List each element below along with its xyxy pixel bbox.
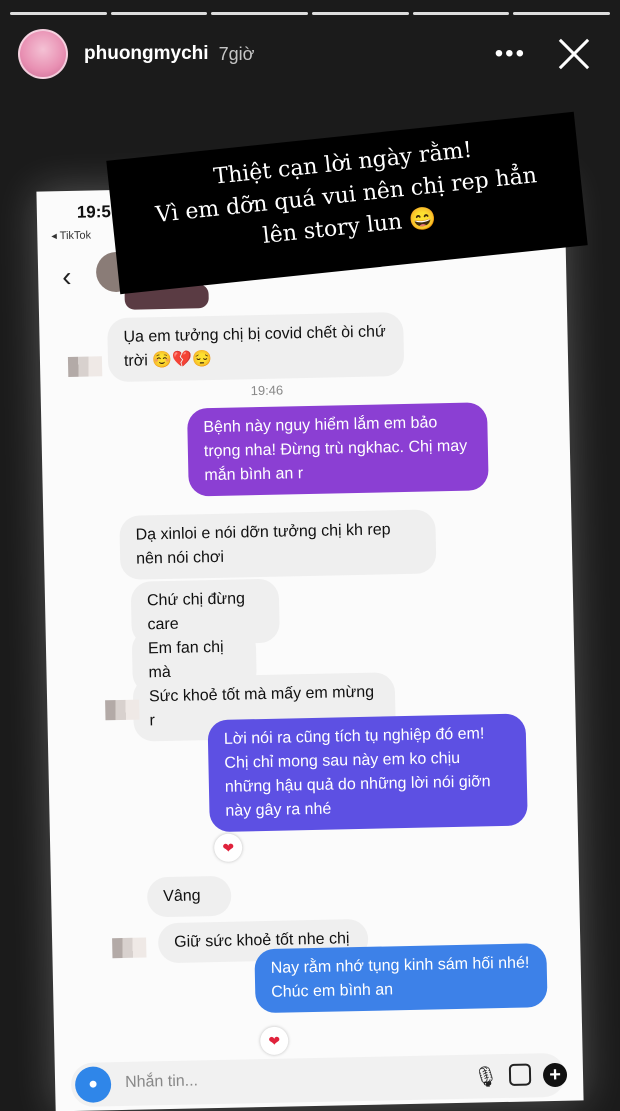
microphone-icon[interactable]: 🎙 — [473, 1064, 499, 1090]
chat-screenshot: 19:5 ◂ TikTok ‹ Ụa em tưởng chị bị covid… — [36, 180, 584, 1111]
timestamp: 19:46 — [250, 382, 284, 399]
message-bubble: Lời nói ra cũng tích tụ nghiệp đó em! Ch… — [207, 713, 528, 833]
sender-avatar — [105, 699, 140, 721]
message-bubble: Bệnh này nguy hiểm lắm em bảo trọng nha!… — [186, 402, 489, 497]
close-icon[interactable] — [556, 36, 592, 72]
message-bubble: Nay rằm nhớ tụng kinh sám hối nhé! Chúc … — [254, 943, 548, 1014]
progress-segment — [10, 12, 107, 15]
back-chevron-icon: ‹ — [61, 260, 72, 293]
progress-segment — [110, 12, 208, 15]
add-icon[interactable]: + — [542, 1062, 568, 1088]
progress-segment — [312, 12, 409, 15]
heart-icon[interactable]: ❤ — [213, 833, 243, 863]
back-to-app: ◂ TikTok — [51, 229, 92, 243]
progress-segment — [211, 12, 309, 15]
username[interactable]: phuongmychi — [84, 43, 209, 65]
time-ago: 7giờ — [218, 43, 255, 64]
heart-icon[interactable]: ❤ — [259, 1026, 289, 1056]
avatar[interactable] — [18, 29, 68, 79]
progress-segment — [513, 12, 611, 15]
status-time: 19:5 — [76, 202, 112, 222]
story-header: phuongmychi 7giờ ••• — [18, 28, 606, 80]
message-bubble: Ụa em tưởng chị bị covid chết òi chứ trờ… — [107, 311, 405, 383]
message-bubble: Dạ xinloi e nói dỡn tưởng chị kh rep nên… — [119, 509, 437, 580]
message-bubble: Vâng — [146, 875, 232, 918]
story-progress — [10, 12, 611, 15]
image-icon[interactable] — [508, 1063, 532, 1086]
more-icon[interactable]: ••• — [495, 42, 526, 66]
camera-icon[interactable]: ● — [74, 1066, 112, 1104]
sender-avatar — [67, 356, 103, 378]
message-input[interactable]: Nhắn tin... — [125, 1072, 198, 1092]
progress-segment — [412, 12, 510, 15]
sender-avatar — [112, 937, 147, 959]
